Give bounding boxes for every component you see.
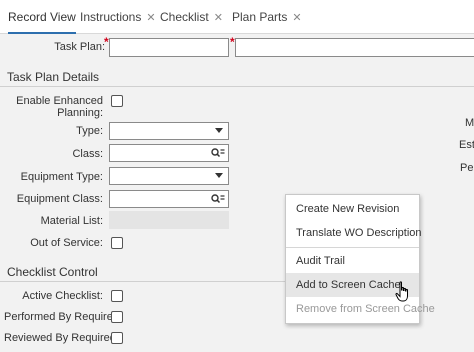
section-divider — [0, 281, 285, 282]
close-icon[interactable]: ✕ — [214, 12, 223, 24]
context-menu: Create New Revision Translate WO Descrip… — [285, 194, 435, 324]
section-title-task-plan-details: Task Plan Details — [7, 70, 100, 84]
tab-checklist[interactable]: Checklist ✕ — [160, 0, 223, 34]
menu-item-audit-trail[interactable]: Audit Trail — [286, 249, 419, 273]
tab-label: Instructions — [80, 10, 142, 24]
out-of-service-label: Out of Service: — [30, 237, 103, 249]
menu-item-create-new-revision[interactable]: Create New Revision — [286, 197, 419, 221]
active-checklist-label: Active Checklist: — [22, 290, 103, 302]
truncated-label: Esti — [459, 139, 474, 151]
truncated-label: Pe — [460, 162, 474, 174]
material-list-input — [109, 211, 229, 229]
reviewed-by-required-checkbox[interactable] — [111, 332, 123, 344]
section-title-checklist-control: Checklist Control — [7, 265, 98, 279]
class-input[interactable] — [109, 144, 229, 162]
tab-plan-parts[interactable]: Plan Parts ✕ — [232, 0, 302, 34]
tab-record-view[interactable]: Record View — [8, 0, 76, 34]
section-divider — [0, 86, 474, 87]
menu-separator — [286, 247, 419, 248]
task-plan-input[interactable] — [109, 38, 229, 57]
equipment-class-label: Equipment Class: — [16, 193, 103, 205]
tab-label: Record View — [8, 10, 76, 24]
close-icon[interactable]: ✕ — [146, 12, 155, 24]
close-icon[interactable]: ✕ — [292, 12, 301, 24]
menu-item-translate-wo-description[interactable]: Translate WO Description — [286, 221, 422, 245]
lookup-search-icon[interactable] — [211, 148, 225, 158]
type-select[interactable] — [109, 122, 229, 140]
enable-enhanced-planning-label: Enable Enhanced Planning: — [16, 95, 103, 119]
chevron-down-icon[interactable] — [215, 128, 223, 133]
out-of-service-checkbox[interactable] — [111, 237, 123, 249]
reviewed-by-required-label: Reviewed By Required: — [4, 332, 119, 344]
material-list-label: Material List: — [40, 215, 103, 227]
class-label: Class: — [72, 148, 103, 160]
required-marker: * — [104, 35, 109, 49]
hand-pointer-icon — [395, 281, 408, 302]
equipment-type-label: Equipment Type: — [20, 171, 103, 183]
task-plan-label: Task Plan: — [54, 41, 105, 53]
tab-instructions[interactable]: Instructions ✕ — [80, 0, 156, 34]
task-plan-description-input[interactable] — [235, 38, 474, 57]
tab-label: Plan Parts — [232, 10, 288, 24]
enable-enhanced-planning-checkbox[interactable] — [111, 95, 123, 107]
tab-bar: Record View Instructions ✕ Checklist ✕ Pla… — [0, 0, 474, 34]
tab-label: Checklist — [160, 10, 209, 24]
performed-by-required-checkbox[interactable] — [111, 311, 123, 323]
truncated-label: M — [465, 117, 474, 129]
equipment-type-select[interactable] — [109, 167, 229, 185]
equipment-class-input[interactable] — [109, 190, 229, 208]
chevron-down-icon[interactable] — [215, 173, 223, 178]
active-checklist-checkbox[interactable] — [111, 290, 123, 302]
required-marker: * — [230, 35, 235, 49]
performed-by-required-label: Performed By Required: — [4, 311, 122, 323]
type-label: Type: — [76, 125, 103, 137]
lookup-search-icon[interactable] — [211, 194, 225, 204]
